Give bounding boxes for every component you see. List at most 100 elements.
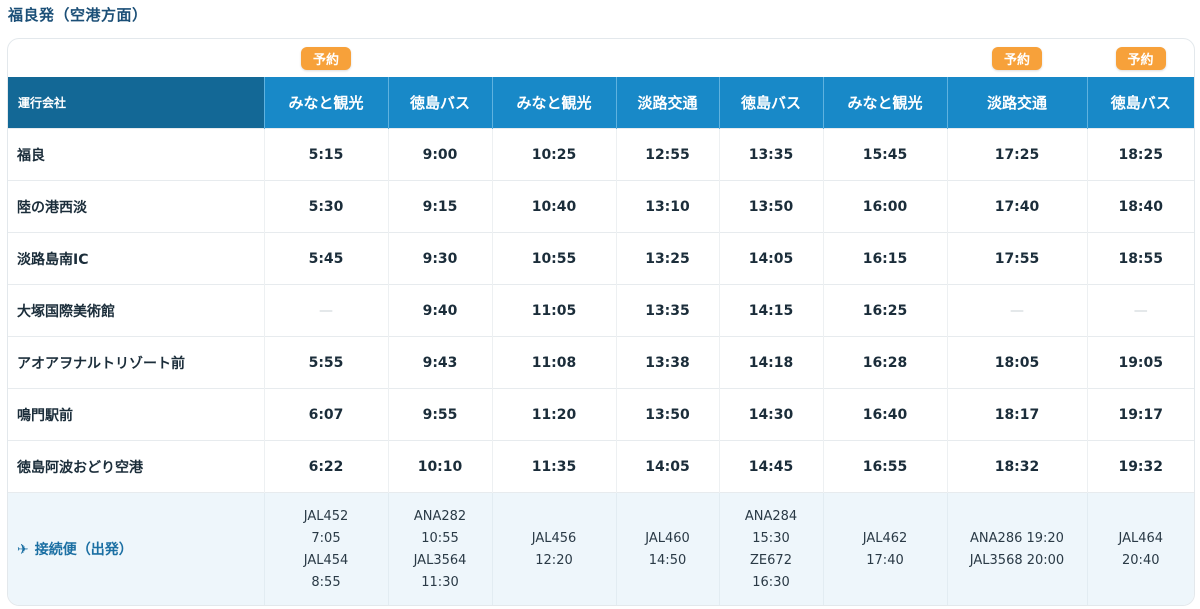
departure-time: — [1087,284,1194,337]
departure-time: 10:55 [492,232,617,285]
flight-info: 16:30 [752,575,790,590]
departure-time: 14:05 [719,232,824,285]
departure-time: 9:40 [388,284,493,337]
departure-time: 6:07 [264,388,389,441]
timetable-card: 予約 予約 予約 運行会社 みなと観光 徳島バス みなと観光 淡路交通 徳島バス みなと観光淡… [7,38,1195,606]
departure-time: 13:10 [616,180,720,233]
connection-flights: JAL464 20:40 [1087,492,1194,605]
departure-time: 19:32 [1087,440,1194,493]
flight-info: 10:55 [421,531,459,546]
departure-time: 10:25 [492,128,617,181]
connection-flights: ANA284 15:30 ZE672 16:30 [719,492,824,605]
departure-time: 18:55 [1087,232,1194,285]
flight-info: JAL456 [531,531,577,546]
departure-time: 18:40 [1087,180,1194,233]
airplane-icon: ✈ [17,542,29,558]
stop-name: 徳島阿波おどり空港 [8,440,265,493]
departure-time: 14:30 [719,388,824,441]
flight-info: 14:50 [648,553,687,568]
departure-time: 9:15 [388,180,493,233]
departure-time: 14:05 [616,440,720,493]
connection-flights: ANA282 10:55 JAL3564 11:30 [388,492,493,605]
departure-time: 13:50 [719,180,824,233]
company-header: 徳島バス [388,77,493,129]
departure-time: 16:00 [823,180,948,233]
departure-time: 13:35 [719,128,824,181]
flight-info: JAL462 [862,531,908,546]
flight-info: JAL3564 [413,553,467,568]
departure-time: 14:15 [719,284,824,337]
stop-name: 陸の港西淡 [8,180,265,233]
departure-time: 9:43 [388,336,493,389]
departure-time: 5:15 [264,128,389,181]
table-row: 徳島阿波おどり空港 6:22 10:10 11:35 14:05 14:45 16:55 18… [8,440,1194,493]
flight-info: 12:20 [535,553,573,568]
departure-time: 11:08 [492,336,617,389]
reservation-badges: 予約 予約 予約 [8,39,1194,77]
departure-time: 5:30 [264,180,389,233]
departure-time: 19:17 [1087,388,1194,441]
departure-time: 14:18 [719,336,824,389]
company-header: みなと観光 [492,77,617,129]
connection-flights: JAL456 12:20 [492,492,617,605]
departure-time: 9:55 [388,388,493,441]
departure-time: — [947,284,1088,337]
departure-time: 17:40 [947,180,1088,233]
flight-info: JAL454 [303,553,349,568]
departure-time: 14:45 [719,440,824,493]
departure-time: 18:25 [1087,128,1194,181]
table-row: 陸の港西淡 5:30 9:15 10:40 13:10 13:50 16:00 17:40 18… [8,180,1194,233]
departure-time: 9:30 [388,232,493,285]
stop-name: 淡路島南IC [8,232,265,285]
departure-time: 11:20 [492,388,617,441]
flight-info: JAL452 [303,509,349,524]
reservation-badge[interactable]: 予約 [992,47,1042,70]
departure-time: 16:40 [823,388,948,441]
departure-time: 19:05 [1087,336,1194,389]
table-row: 福良 5:15 9:00 10:25 12:55 13:35 15:45 17:25 18:25 [8,128,1194,181]
stop-name: 鳴門駅前 [8,388,265,441]
flight-info: ANA284 [744,509,798,524]
departure-time: 16:28 [823,336,948,389]
departure-time: 17:25 [947,128,1088,181]
departure-time: — [264,284,389,337]
departure-time: 17:55 [947,232,1088,285]
reservation-badge[interactable]: 予約 [1115,47,1166,70]
departure-time: 18:17 [947,388,1088,441]
departure-time: 13:35 [616,284,720,337]
departure-time: 13:38 [616,336,720,389]
departure-time: 16:15 [823,232,948,285]
flight-info: 15:30 [752,531,790,546]
company-header: みなと観光 [823,77,948,129]
departure-time: 5:45 [264,232,389,285]
flight-info: 17:40 [866,553,904,568]
departure-time: 12:55 [616,128,720,181]
company-header: 徳島バス [1087,77,1194,129]
connection-flights: JAL460 14:50 [616,492,720,605]
departure-time: 11:35 [492,440,617,493]
flight-info: JAL3568 20:00 [969,553,1065,568]
table-row: アオアヲナルトリゾート前 5:55 9:43 11:08 13:38 14:18 16:28… [8,336,1194,389]
departure-time: 9:00 [388,128,493,181]
departure-time: 5:55 [264,336,389,389]
flight-info: 20:40 [1122,553,1160,568]
flight-info: JAL460 [645,531,690,546]
departure-time: 18:05 [947,336,1088,389]
stop-name: 大塚国際美術館 [8,284,265,337]
departure-time: 13:25 [616,232,720,285]
connection-flights: JAL452 7:05 JAL454 8:55 [264,492,389,605]
flight-info: ZE672 [750,553,792,568]
departure-time: 16:25 [823,284,948,337]
timetable: 運行会社 みなと観光 徳島バス みなと観光 淡路交通 徳島バス みなと観光 淡路交通 徳島バス… [8,77,1194,605]
departure-time: 15:45 [823,128,948,181]
header-row: 運行会社 みなと観光 徳島バス みなと観光 淡路交通 徳島バス みなと観光 淡路交通 徳島バス [8,77,1194,129]
operator-header: 運行会社 [8,77,265,129]
reservation-badge[interactable]: 予約 [301,47,351,70]
departure-time: 16:55 [823,440,948,493]
flight-info: ANA282 [413,509,467,524]
flight-info: JAL464 [1118,531,1164,546]
connection-flights: ANA286 19:20 JAL3568 20:00 [947,492,1088,605]
stop-name: アオアヲナルトリゾート前 [8,336,265,389]
departure-time: 13:50 [616,388,720,441]
company-header: 淡路交通 [616,77,720,129]
